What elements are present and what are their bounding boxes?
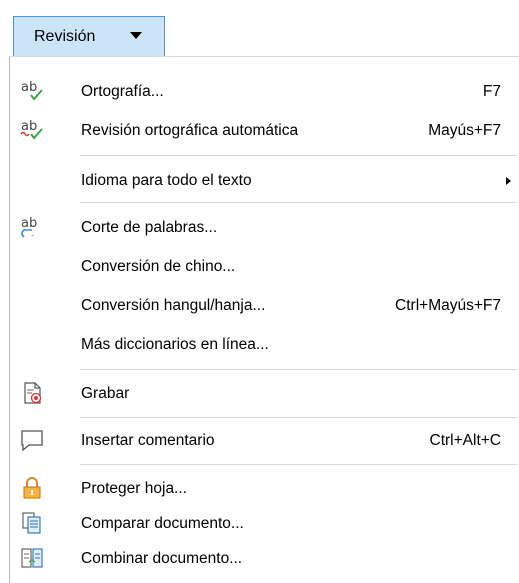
- record-changes-icon: [18, 379, 46, 407]
- menu-item-shortcut: Ctrl+Alt+C: [429, 432, 502, 449]
- autospell-icon: ab: [18, 116, 46, 144]
- menu-item-record[interactable]: Grabar: [10, 376, 519, 412]
- revision-dropdown-menu: ab Ortografía... F7 ab Revisión ortográf…: [9, 56, 519, 583]
- menu-item-more-dictionaries[interactable]: Más diccionarios en línea...: [10, 327, 519, 363]
- merge-document-icon: [18, 544, 46, 572]
- menu-item-shortcut: Ctrl+Mayús+F7: [395, 297, 501, 314]
- menu-separator: [80, 417, 517, 418]
- menu-item-label: Insertar comentario: [81, 432, 215, 449]
- hyphenation-icon: ab -: [18, 213, 46, 241]
- submenu-arrow-icon: [506, 177, 511, 185]
- menu-item-hyphenation[interactable]: ab - Corte de palabras...: [10, 210, 519, 246]
- menu-item-shortcut: Mayús+F7: [428, 122, 501, 139]
- menu-item-label: Revisión ortográfica automática: [81, 122, 299, 139]
- svg-text:ab: ab: [21, 119, 37, 134]
- menu-item-language[interactable]: Idioma para todo el texto: [10, 163, 519, 199]
- menu-item-label: Combinar documento...: [81, 550, 243, 567]
- menu-item-label: Grabar: [81, 385, 130, 402]
- svg-text:ab: ab: [21, 80, 37, 95]
- menu-item-label: Proteger hoja...: [81, 480, 187, 497]
- menu-item-hangul-hanja-conversion[interactable]: Conversión hangul/hanja... Ctrl+Mayús+F7: [10, 288, 519, 324]
- menu-item-spelling[interactable]: ab Ortografía... F7: [10, 74, 519, 110]
- menu-title: Revisión: [34, 27, 96, 45]
- menu-item-autospell[interactable]: ab Revisión ortográfica automática Mayús…: [10, 113, 519, 149]
- menu-item-label: Conversión hangul/hanja...: [81, 297, 266, 314]
- menu-item-label: Corte de palabras...: [81, 219, 218, 236]
- dropdown-arrow-icon: [130, 32, 142, 39]
- revision-menu-button[interactable]: Revisión: [13, 16, 165, 57]
- menu-item-label: Idioma para todo el texto: [81, 172, 252, 189]
- menu-item-insert-comment[interactable]: Insertar comentario Ctrl+Alt+C: [10, 423, 519, 459]
- menu-item-label: Conversión de chino...: [81, 258, 236, 275]
- menu-item-shortcut: F7: [482, 83, 501, 100]
- menu-item-protect-sheet[interactable]: Proteger hoja...: [10, 471, 519, 507]
- menu-separator: [80, 202, 517, 203]
- svg-text:ab: ab: [21, 216, 37, 231]
- svg-text:-: -: [31, 231, 34, 241]
- compare-document-icon: [18, 509, 46, 537]
- menu-item-label: Ortografía...: [81, 83, 164, 100]
- menu-separator: [80, 464, 517, 465]
- comment-icon: [18, 426, 46, 454]
- menu-item-merge-document[interactable]: Combinar documento...: [10, 541, 519, 577]
- menu-item-compare-document[interactable]: Comparar documento...: [10, 506, 519, 542]
- menu-separator: [80, 369, 517, 370]
- menu-item-chinese-conversion[interactable]: Conversión de chino...: [10, 249, 519, 285]
- menu-item-label: Más diccionarios en línea...: [81, 336, 269, 353]
- spelling-icon: ab: [18, 77, 46, 105]
- menu-separator: [80, 155, 517, 156]
- lock-icon: [18, 474, 46, 502]
- menu-item-label: Comparar documento...: [81, 515, 244, 532]
